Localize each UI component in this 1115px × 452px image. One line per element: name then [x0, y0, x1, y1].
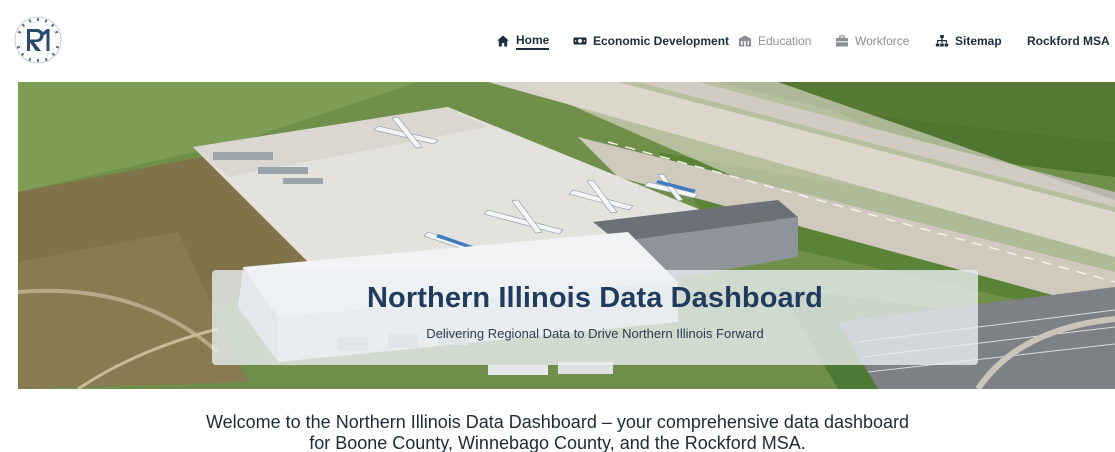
nav-economic-development-label: Economic Development	[593, 34, 730, 48]
money-icon	[573, 34, 587, 48]
nav-education-label: Education	[758, 34, 812, 48]
home-icon	[496, 34, 510, 48]
nav-workforce[interactable]: Workforce	[835, 30, 909, 52]
nav-home[interactable]: Home	[496, 30, 550, 52]
nav-rockford-msa-label: Rockford MSA	[1027, 34, 1110, 48]
nav-workforce-label: Workforce	[855, 34, 910, 48]
welcome-text: Welcome to the Northern Illinois Data Da…	[0, 412, 1115, 452]
nav-education[interactable]: Education	[738, 30, 811, 52]
hero-banner: Northern Illinois Data Dashboard Deliver…	[18, 82, 1115, 389]
nav-economic-development[interactable]: Economic Development	[573, 30, 729, 52]
sitemap-icon	[935, 34, 949, 48]
school-icon	[738, 34, 752, 48]
top-navbar: Home Economic Development Education Work…	[0, 0, 1115, 82]
hero-title: Northern Illinois Data Dashboard	[367, 282, 823, 314]
main-nav: Home Economic Development Education Work…	[0, 30, 1115, 52]
welcome-line-2: for Boone County, Winnebago County, and …	[309, 433, 806, 452]
hero-subtitle: Delivering Regional Data to Drive Northe…	[426, 326, 764, 341]
nav-sitemap-label: Sitemap	[955, 34, 1002, 48]
briefcase-icon	[835, 34, 849, 48]
nav-home-label: Home	[516, 33, 550, 50]
nav-rockford-msa-dropdown[interactable]: Rockford MSA	[1027, 30, 1115, 52]
nav-sitemap[interactable]: Sitemap	[935, 30, 1002, 52]
hero-title-card: Northern Illinois Data Dashboard Deliver…	[212, 270, 978, 365]
welcome-line-1: Welcome to the Northern Illinois Data Da…	[205, 412, 910, 432]
